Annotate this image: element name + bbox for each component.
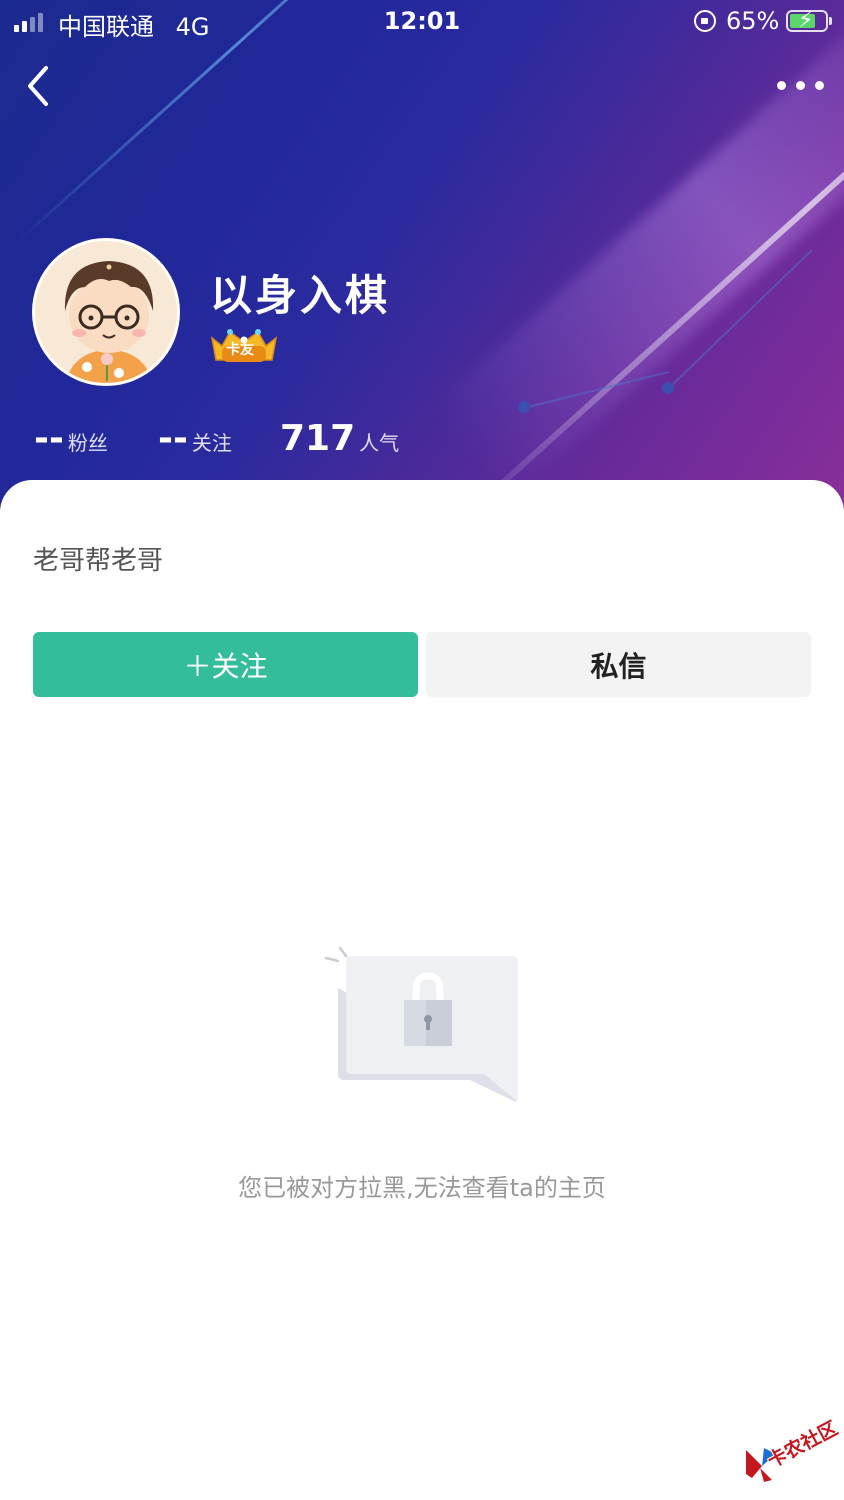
chevron-left-icon (28, 66, 48, 106)
more-button[interactable] (770, 70, 830, 100)
avatar[interactable] (32, 238, 180, 386)
stat-popularity: 717 人气 (280, 418, 399, 459)
locked-message-icon (320, 938, 530, 1110)
stat-value: 717 (280, 418, 356, 459)
username: 以身入棋 (210, 271, 391, 320)
member-badge[interactable]: 卡友 (208, 326, 280, 366)
profile-bio: 老哥帮老哥 (33, 546, 164, 576)
blocked-message: 您已被对方拉黑,无法查看ta的主页 (238, 1174, 606, 1202)
message-button[interactable]: 私信 (426, 632, 811, 697)
battery-icon: ⚡ (786, 8, 828, 33)
back-button[interactable] (22, 64, 62, 108)
stat-value: -- (34, 418, 64, 459)
watermark-text: 卡农社区 (763, 1417, 842, 1473)
watermark-logo: 卡农社区 (742, 1410, 841, 1482)
stat-label: 粉丝 (67, 431, 108, 455)
stat-label: 人气 (359, 431, 400, 455)
clock: 12:01 (383, 7, 461, 35)
avatar-image (35, 241, 177, 383)
battery-percent: 65% (726, 7, 780, 35)
status-bar: 中国联通 4G 12:01 65% ⚡ (0, 0, 844, 44)
stat-label: 关注 (191, 431, 232, 455)
stat-following[interactable]: -- 关注 (158, 418, 232, 459)
follow-button[interactable]: ＋关注 (33, 632, 418, 697)
stat-fans[interactable]: -- 粉丝 (34, 418, 108, 459)
more-dots-icon (776, 80, 824, 90)
rotation-lock-icon (694, 10, 716, 32)
stat-value: -- (158, 418, 188, 459)
badge-label: 卡友 (226, 342, 254, 358)
